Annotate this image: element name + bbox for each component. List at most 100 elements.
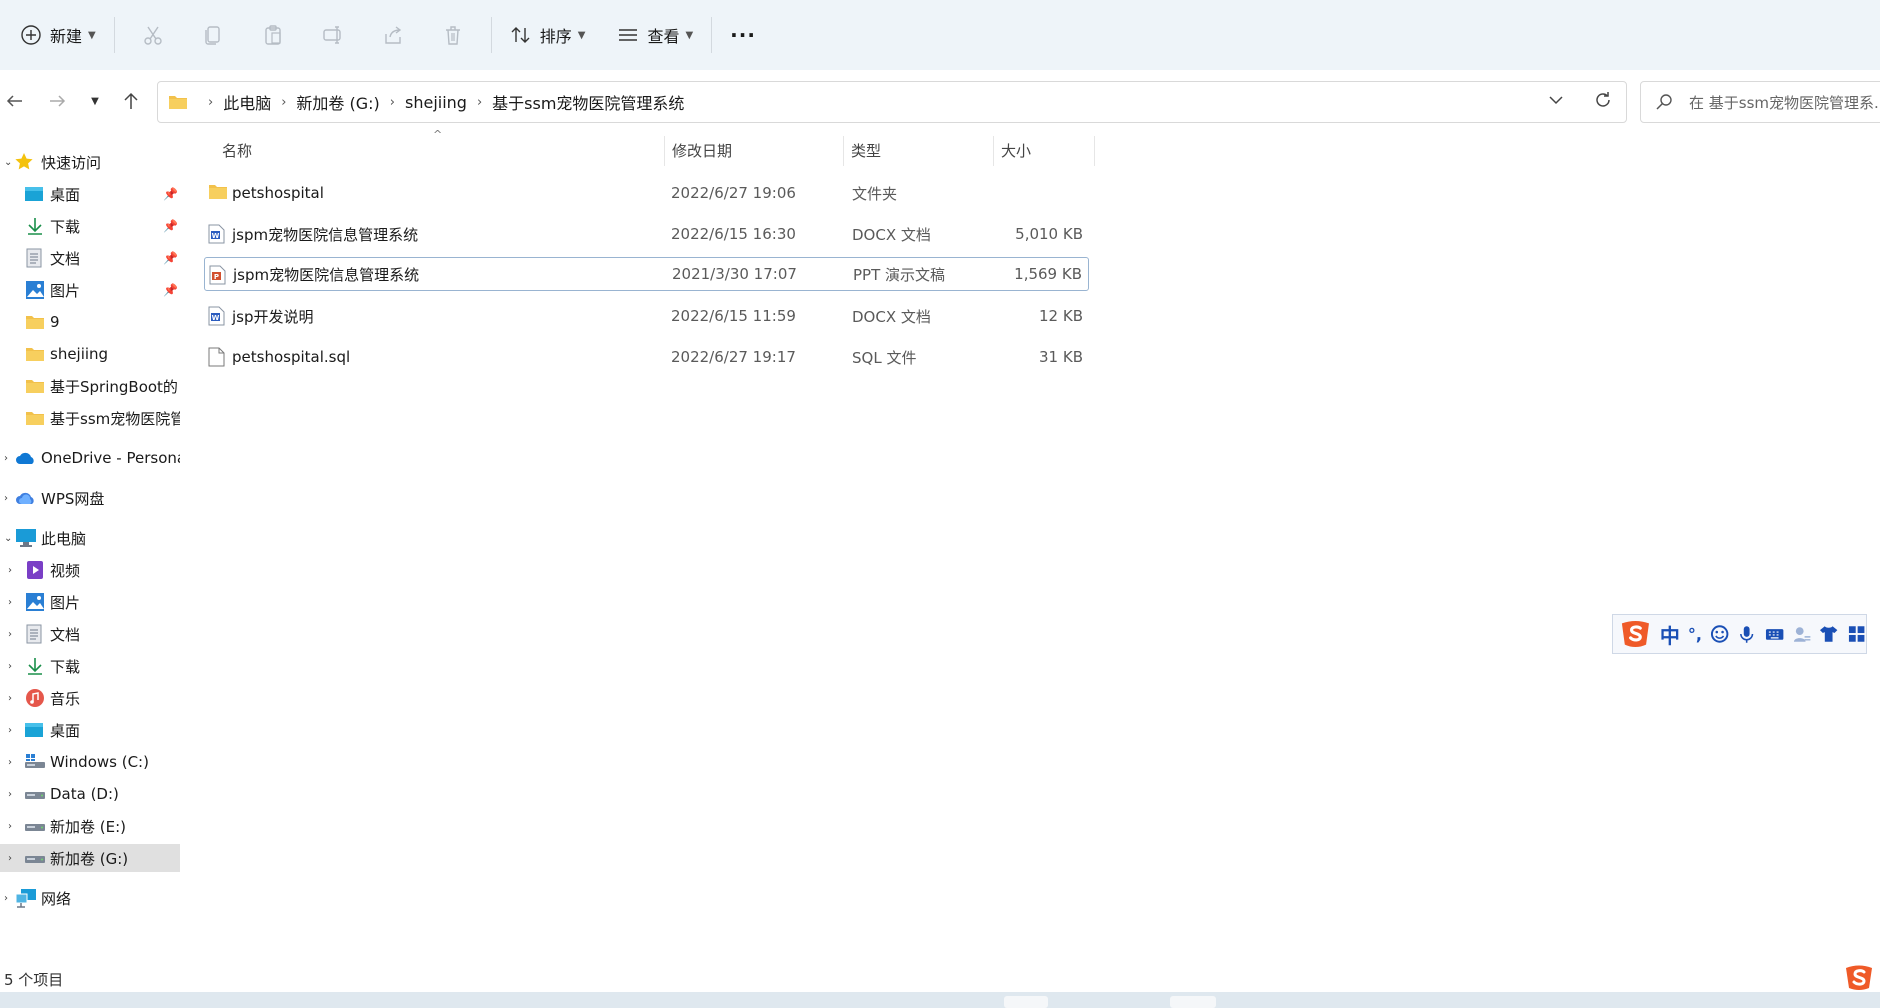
ime-toolbar[interactable]: 中 °, [1612, 614, 1867, 654]
sidebar-item-label: 新加卷 (G:) [50, 849, 129, 868]
column-header-name[interactable]: 名称 [222, 140, 252, 162]
chevron-right-icon: › [8, 852, 12, 864]
sidebar-item-pc-pictures[interactable]: › 图片 [0, 588, 180, 616]
user-icon[interactable] [1792, 624, 1811, 644]
view-list-icon [619, 29, 638, 41]
sort-button[interactable]: 排序 ▼ [500, 13, 596, 57]
delete-button[interactable] [423, 13, 483, 57]
skin-shirt-icon[interactable] [1819, 624, 1838, 644]
address-history-button[interactable] [1548, 92, 1564, 112]
pin-icon: 📌 [163, 251, 178, 265]
sidebar-item-documents[interactable]: 文档 📌 [0, 244, 180, 272]
column-divider[interactable] [993, 136, 994, 166]
sidebar-item-drive-e[interactable]: › 新加卷 (E:) [0, 812, 180, 840]
column-divider[interactable] [1094, 136, 1095, 166]
file-type: 文件夹 [852, 184, 898, 203]
emoji-icon[interactable] [1710, 624, 1729, 644]
sidebar-item-drive-g[interactable]: › 新加卷 (G:) [0, 844, 180, 872]
sidebar-item-drive-d[interactable]: › Data (D:) [0, 780, 180, 808]
sidebar-item-this-pc[interactable]: ⌄ 此电脑 [0, 524, 180, 552]
copy-button[interactable] [183, 13, 243, 57]
file-name: petshospital [232, 184, 324, 202]
ime-punctuation-toggle[interactable]: °, [1688, 625, 1702, 644]
pictures-icon [25, 592, 45, 612]
file-row-docx[interactable]: W jspm宠物医院信息管理系统 2022/6/15 16:30 DOCX 文档… [204, 217, 1089, 251]
sidebar-item-pc-downloads[interactable]: › 下载 [0, 652, 180, 680]
sidebar-item-pc-documents[interactable]: › 文档 [0, 620, 180, 648]
sidebar-item-label: 桌面 [50, 185, 81, 204]
recent-locations-button[interactable]: ▼ [80, 86, 110, 116]
back-button[interactable] [0, 86, 30, 116]
sidebar-item-label: 图片 [50, 281, 81, 300]
sidebar-item-desktop[interactable]: 桌面 📌 [0, 180, 180, 208]
breadcrumb-item[interactable]: shejiing [405, 93, 467, 112]
sidebar-item-music[interactable]: › 音乐 [0, 684, 180, 712]
sidebar-item-videos[interactable]: › 视频 [0, 556, 180, 584]
sidebar-item-downloads[interactable]: 下载 📌 [0, 212, 180, 240]
sidebar-item-ssm-folder[interactable]: 基于ssm宠物医院管 [0, 404, 180, 432]
sidebar-item-pictures[interactable]: 图片 📌 [0, 276, 180, 304]
sidebar-item-folder-9[interactable]: 9 [0, 308, 180, 336]
arrow-up-icon [124, 92, 138, 109]
sidebar-item-label: 下载 [50, 657, 81, 676]
toolbox-grid-icon[interactable] [1847, 624, 1866, 644]
file-size: 31 KB [1039, 348, 1083, 366]
breadcrumb-item[interactable]: 新加卷 (G:) [296, 90, 379, 114]
sogou-tray-icon[interactable] [1842, 962, 1876, 992]
drive-icon [24, 787, 46, 801]
refresh-button[interactable] [1594, 91, 1612, 113]
file-row-jsp-doc[interactable]: W jsp开发说明 2022/6/15 11:59 DOCX 文档 12 KB [204, 299, 1089, 333]
forward-button[interactable] [42, 86, 72, 116]
ppt-icon: P [209, 265, 226, 289]
cut-button[interactable] [123, 13, 183, 57]
sidebar-item-label: 基于ssm宠物医院管 [50, 409, 180, 428]
sidebar-item-wps-drive[interactable]: › WPS网盘 [0, 484, 180, 512]
view-button[interactable]: 查看 ▼ [607, 13, 703, 57]
microphone-icon[interactable] [1737, 624, 1756, 644]
file-name: petshospital.sql [232, 348, 351, 366]
taskbar-item[interactable] [1004, 996, 1048, 1008]
sidebar-item-label: 9 [50, 313, 60, 331]
breadcrumb-item[interactable]: 基于ssm宠物医院管理系统 [492, 90, 684, 114]
file-name: jspm宠物医院信息管理系统 [232, 225, 419, 244]
pin-icon: 📌 [163, 187, 178, 201]
sidebar-item-label: 基于SpringBoot的 [50, 377, 178, 396]
file-name: jsp开发说明 [232, 307, 314, 326]
share-button[interactable] [363, 13, 423, 57]
address-bar[interactable]: › 此电脑 › 新加卷 (G:) › shejiing › 基于ssm宠物医院管… [157, 81, 1627, 123]
sidebar-item-quick-access[interactable]: ⌄ 快速访问 [0, 148, 180, 176]
paste-button[interactable] [243, 13, 303, 57]
chevron-right-icon: › [389, 94, 395, 110]
sidebar-item-springboot-folder[interactable]: 基于SpringBoot的 [0, 372, 180, 400]
ime-mode-toggle[interactable]: 中 [1660, 620, 1680, 649]
sidebar-item-drive-c[interactable]: › Windows (C:) [0, 748, 180, 776]
chevron-expanded-icon: ⌄ [4, 532, 13, 544]
file-row-sql[interactable]: petshospital.sql 2022/6/27 19:17 SQL 文件 … [204, 340, 1089, 374]
column-header-date[interactable]: 修改日期 [672, 140, 732, 162]
word-doc-icon: W [208, 224, 225, 248]
up-button[interactable] [116, 86, 146, 116]
column-divider[interactable] [664, 136, 665, 166]
column-header-size[interactable]: 大小 [1001, 140, 1031, 162]
file-row-ppt[interactable]: P jspm宠物医院信息管理系统 2021/3/30 17:07 PPT 演示文… [204, 257, 1089, 291]
sidebar-item-label: 快速访问 [41, 153, 102, 172]
pin-icon: 📌 [163, 283, 178, 297]
taskbar-edge [0, 992, 1880, 1008]
sidebar-item-label: shejiing [50, 345, 109, 363]
sidebar-item-shejiing[interactable]: shejiing [0, 340, 180, 368]
taskbar-item[interactable] [1170, 996, 1216, 1008]
sidebar-item-network[interactable]: › 网络 [0, 884, 180, 912]
column-header-type[interactable]: 类型 [851, 140, 881, 162]
rename-button[interactable] [303, 13, 363, 57]
new-button[interactable]: 新建 ▼ [10, 13, 106, 57]
chevron-down-icon: ▼ [577, 29, 586, 41]
column-divider[interactable] [843, 136, 844, 166]
arrow-right-icon [50, 95, 66, 107]
keyboard-icon[interactable] [1765, 624, 1784, 644]
search-box[interactable]: 在 基于ssm宠物医院管理系... [1640, 81, 1880, 123]
sidebar-item-onedrive[interactable]: › OneDrive - Persona [0, 444, 180, 472]
file-row-petshospital-folder[interactable]: petshospital 2022/6/27 19:06 文件夹 [204, 176, 1089, 210]
more-options-button[interactable]: ··· [720, 13, 766, 57]
sidebar-item-pc-desktop[interactable]: › 桌面 [0, 716, 180, 744]
breadcrumb-item[interactable]: 此电脑 [223, 90, 271, 114]
